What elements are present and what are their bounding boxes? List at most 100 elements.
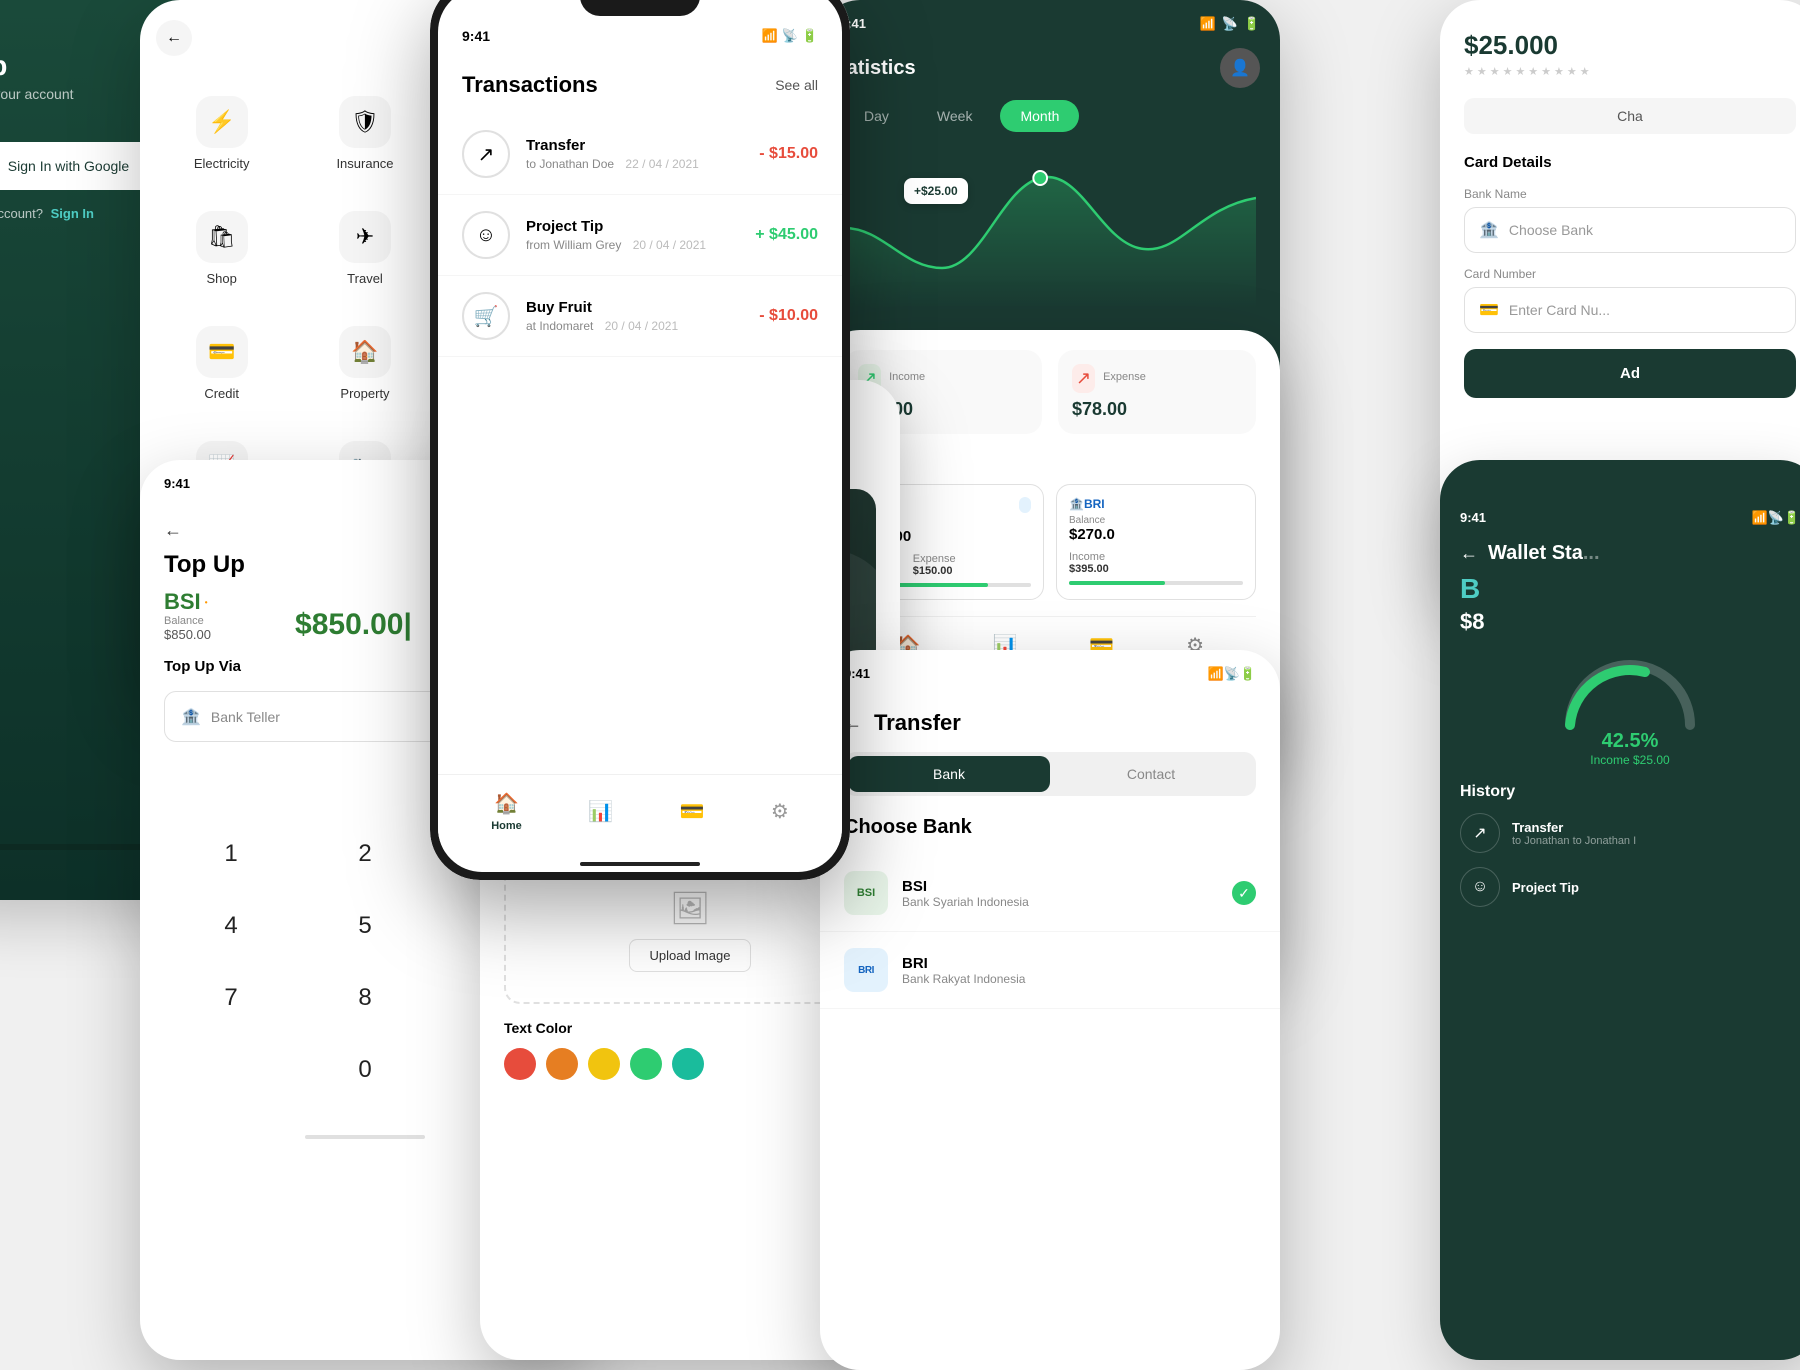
txn-tip-icon: ☺ xyxy=(462,211,510,259)
transactions-screen: 9:41 📶📡🔋 Transactions See all ↗ Transfer… xyxy=(430,0,850,880)
cat-travel[interactable]: ✈ Travel xyxy=(293,191,436,306)
key-8[interactable]: 8 xyxy=(298,962,432,1034)
bottom-nav: 🏠 Home 📊 💳 ⚙ xyxy=(438,774,842,852)
text-color-teal[interactable] xyxy=(672,1048,704,1080)
choose-bank-title: Choose Bank xyxy=(820,816,1280,855)
upload-image-btn[interactable]: Upload Image xyxy=(629,939,752,972)
cat-shop[interactable]: 🛍 Shop xyxy=(150,191,293,306)
add-card-btn[interactable]: Ad xyxy=(1464,349,1796,398)
bsi-logo: BSI• xyxy=(164,589,211,615)
txn-fruit-amount: - $10.00 xyxy=(759,307,818,325)
text-color-yellow[interactable] xyxy=(588,1048,620,1080)
history-project-tip: ☺ Project Tip xyxy=(1460,867,1800,907)
bank-bsi-option[interactable]: BSI BSI Bank Syariah Indonesia ✓ xyxy=(820,855,1280,932)
change-design-preview: Cha xyxy=(1464,98,1796,134)
bri-bank-option-logo: BRI xyxy=(844,948,888,992)
history-tip-icon: ☺ xyxy=(1460,867,1500,907)
transfer-title: Transfer xyxy=(874,710,961,736)
txn-transfer-name: Transfer xyxy=(526,137,743,154)
wallet-banks: BSI Balance $850.00 Income $480.00 Expen… xyxy=(844,484,1256,600)
bsi-bank-logo: BSI xyxy=(844,871,888,915)
wallet-stat-title: Wallet Sta... xyxy=(1488,542,1600,565)
see-all-link[interactable]: See all xyxy=(775,77,818,93)
txn-tip-name: Project Tip xyxy=(526,218,739,235)
stat-arc-area: 42.5% Income $25.00 xyxy=(1460,655,1800,767)
tab-month[interactable]: Month xyxy=(1000,100,1079,132)
stat-percentage: 42.5% xyxy=(1460,730,1800,753)
nav-card[interactable]: 💳 xyxy=(680,799,705,824)
card-balance: $25.000 xyxy=(1464,30,1796,61)
key-2[interactable]: 2 xyxy=(298,818,432,890)
tab-bank[interactable]: Bank xyxy=(848,756,1050,792)
balance-snippet: $8 xyxy=(1460,609,1800,635)
wallet-stat-statusbar: 9:41 📶📡🔋 xyxy=(1460,510,1800,526)
wallet-stat-header: ← Wallet Sta... xyxy=(1460,542,1800,565)
transfer-screen: 9:41 📶📡🔋 ← Transfer Bank Contact Choose … xyxy=(820,650,1280,1370)
cat-credit[interactable]: 💳 Credit xyxy=(150,306,293,421)
chart-tooltip: +$25.00 xyxy=(904,178,968,204)
txn-transfer-amount: - $15.00 xyxy=(759,145,818,163)
key-4[interactable]: 4 xyxy=(164,890,298,962)
wallet-title: Wallet xyxy=(844,454,1256,472)
balance-display: $850.00| xyxy=(295,608,412,642)
income-expense-cards: ↗ Income $25.00 ↗ Expense $78.00 xyxy=(844,350,1256,434)
card-stars: ★★★★★★★★★★ xyxy=(1464,65,1796,78)
history-transfer-icon: ↗ xyxy=(1460,813,1500,853)
wallet-stat-screen: 9:41 📶📡🔋 ← Wallet Sta... B $8 42.5% Inco… xyxy=(1440,460,1800,1360)
key-0[interactable]: 0 xyxy=(298,1034,432,1106)
chart-area: +$25.00 xyxy=(844,148,1256,328)
phone-notch xyxy=(580,0,700,16)
stats-title: tatistics xyxy=(840,57,916,80)
key-1[interactable]: 1 xyxy=(164,818,298,890)
transactions-header: Transactions See all xyxy=(438,52,842,114)
wallet-stat-content: 9:41 📶📡🔋 ← Wallet Sta... B $8 42.5% Inco… xyxy=(1440,460,1800,941)
transfer-header: ← Transfer xyxy=(820,690,1280,752)
txn-transfer: ↗ Transfer to Jonathan Doe 22 / 04 / 202… xyxy=(438,114,842,195)
status-bar: 9:41 📶📡🔋 xyxy=(438,16,842,52)
stat-pct-label: Income $25.00 xyxy=(1460,753,1800,767)
bank-name-input[interactable]: 🏦 Choose Bank xyxy=(1464,207,1796,253)
txn-fruit-sub: at Indomaret 20 / 04 / 2021 xyxy=(526,319,743,333)
upload-icon: 🖼 xyxy=(670,889,711,927)
avatar: 👤 xyxy=(1220,48,1260,88)
transfer-status-bar: 9:41 📶📡🔋 xyxy=(820,650,1280,690)
bri-progress-bar xyxy=(1069,581,1243,585)
nav-settings[interactable]: ⚙ xyxy=(771,799,789,824)
cat-electricity[interactable]: ⚡ Electricity xyxy=(150,76,293,191)
bsi-snippet: B xyxy=(1460,573,1800,605)
card-details-title: Card Details xyxy=(1464,154,1796,171)
cat-insurance[interactable]: 🛡 Insurance xyxy=(293,76,436,191)
tab-day[interactable]: Day xyxy=(844,100,909,132)
transfer-tabs: Bank Contact xyxy=(844,752,1256,796)
txn-tip-sub: from William Grey 20 / 04 / 2021 xyxy=(526,238,739,252)
wallet-bri: 🏦BRI Balance $270.0 Income $395.00 xyxy=(1056,484,1256,600)
back-icon[interactable]: ← xyxy=(156,20,192,56)
home-indicator xyxy=(580,862,700,866)
key-5[interactable]: 5 xyxy=(298,890,432,962)
tab-week[interactable]: Week xyxy=(917,100,993,132)
txn-fruit-name: Buy Fruit xyxy=(526,299,743,316)
card-number-label: Card Number xyxy=(1464,267,1796,281)
txn-buy-fruit: 🛒 Buy Fruit at Indomaret 20 / 04 / 2021 … xyxy=(438,276,842,357)
wallet-stat-back[interactable]: ← xyxy=(1460,543,1478,564)
bri-bank-logo xyxy=(1019,497,1031,513)
key-empty xyxy=(164,1034,298,1106)
key-7[interactable]: 7 xyxy=(164,962,298,1034)
txn-project-tip: ☺ Project Tip from William Grey 20 / 04 … xyxy=(438,195,842,276)
stats-header: tatistics 👤 xyxy=(820,40,1280,100)
nav-home[interactable]: 🏠 Home xyxy=(491,791,522,832)
text-color-orange[interactable] xyxy=(546,1048,578,1080)
cat-property[interactable]: 🏠 Property xyxy=(293,306,436,421)
bank-bri-option[interactable]: BRI BRI Bank Rakyat Indonesia xyxy=(820,932,1280,1009)
stats-tabs: Day Week Month xyxy=(820,100,1280,148)
bsi-check-icon: ✓ xyxy=(1232,881,1256,905)
nav-stats[interactable]: 📊 xyxy=(588,799,613,824)
text-color-green[interactable] xyxy=(630,1048,662,1080)
card-number-input[interactable]: 💳 Enter Card Nu... xyxy=(1464,287,1796,333)
bri-progress-fill xyxy=(1069,581,1165,585)
text-color-red[interactable] xyxy=(504,1048,536,1080)
expense-card: ↗ Expense $78.00 xyxy=(1058,350,1256,434)
tab-contact[interactable]: Contact xyxy=(1050,756,1252,792)
txn-transfer-sub: to Jonathan Doe 22 / 04 / 2021 xyxy=(526,157,743,171)
signin-link[interactable]: Sign In xyxy=(51,206,94,221)
